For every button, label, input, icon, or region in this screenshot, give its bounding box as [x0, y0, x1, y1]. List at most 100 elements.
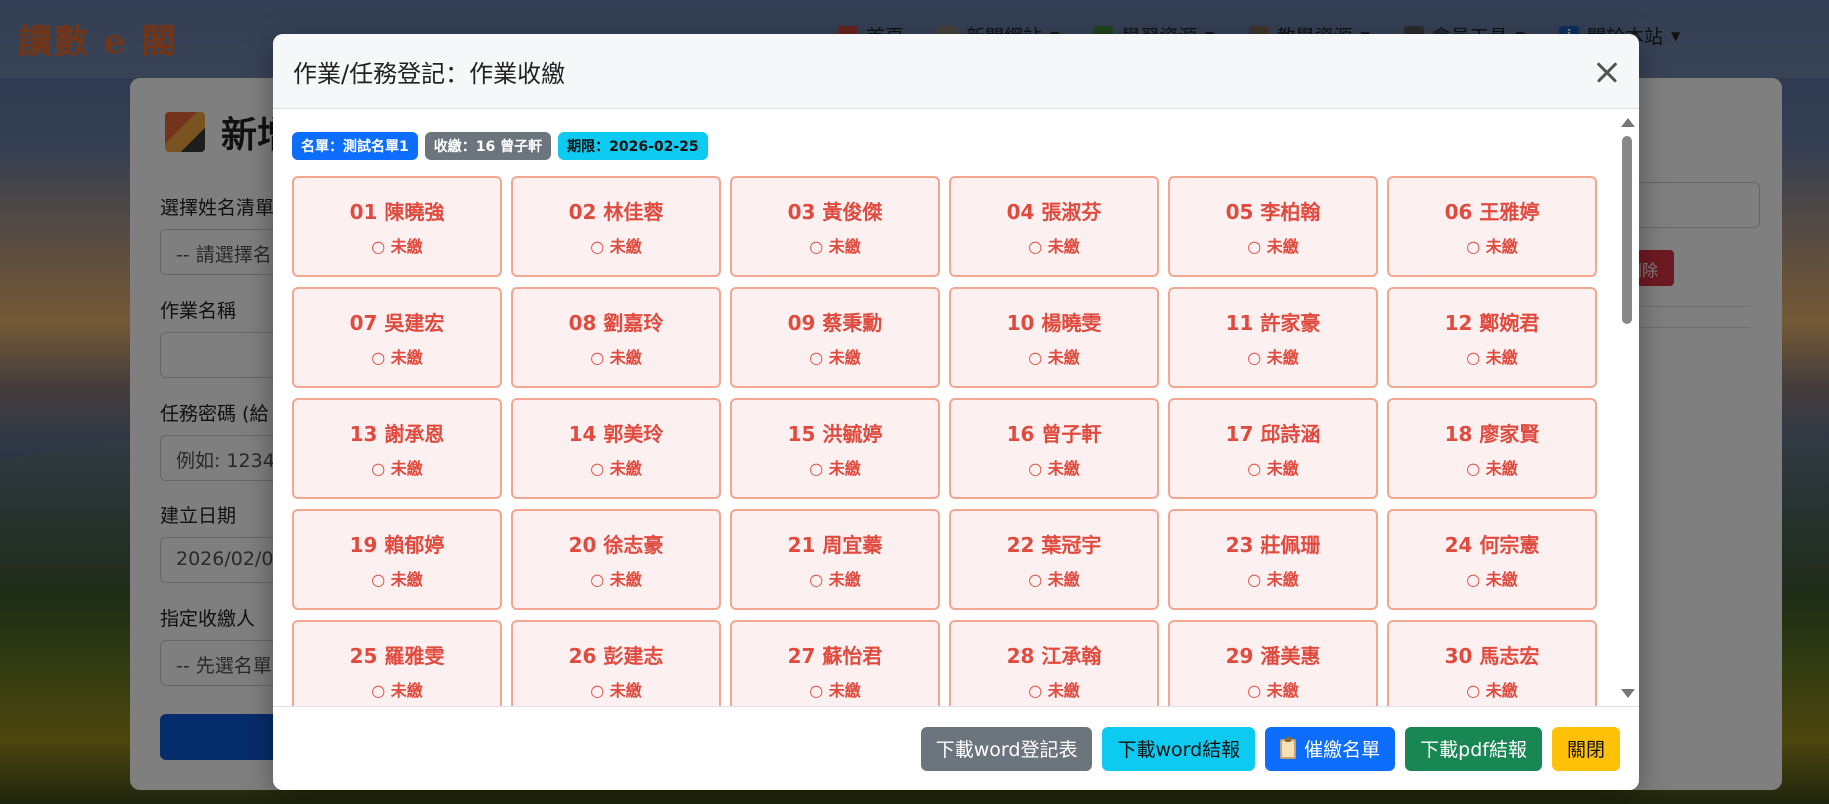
student-status: ○ 未繳 — [1466, 348, 1518, 367]
download-pdf-report-button[interactable]: 下載pdf結報 — [1405, 726, 1542, 771]
student-card[interactable]: 01 陳曉強 ○ 未繳 — [292, 176, 502, 277]
student-name: 07 吳建宏 — [349, 311, 445, 335]
student-name: 15 洪毓婷 — [787, 422, 883, 446]
student-card[interactable]: 21 周宜蓁 ○ 未繳 — [730, 509, 940, 610]
student-status: ○ 未繳 — [1247, 570, 1299, 589]
student-name: 02 林佳蓉 — [568, 200, 664, 224]
student-card[interactable]: 02 林佳蓉 ○ 未繳 — [511, 176, 721, 277]
student-name: 26 彭建志 — [568, 644, 664, 668]
student-status: ○ 未繳 — [1247, 681, 1299, 700]
scroll-thumb[interactable] — [1622, 136, 1632, 324]
download-word-register-button[interactable]: 下載word登記表 — [920, 726, 1093, 771]
student-card[interactable]: 08 劉嘉玲 ○ 未繳 — [511, 287, 721, 388]
student-name: 24 何宗憲 — [1444, 533, 1540, 557]
modal-header: 作業/任務登記：作業收繳 — [273, 34, 1639, 109]
student-status: ○ 未繳 — [371, 681, 423, 700]
scroll-up-arrow-icon[interactable] — [1621, 118, 1635, 127]
student-status: ○ 未繳 — [590, 348, 642, 367]
student-card[interactable]: 04 張淑芬 ○ 未繳 — [949, 176, 1159, 277]
student-card[interactable]: 09 蔡秉勳 ○ 未繳 — [730, 287, 940, 388]
student-name: 12 鄭婉君 — [1444, 311, 1540, 335]
student-card[interactable]: 07 吳建宏 ○ 未繳 — [292, 287, 502, 388]
collector-badge: 收繳：16 曾子軒 — [424, 132, 552, 160]
modal-body: 名單：測試名單1 收繳：16 曾子軒 期限：2026-02-25 01 陳曉強 ○… — [273, 110, 1639, 706]
student-name: 22 葉冠宇 — [1006, 533, 1102, 557]
student-name: 19 賴郁婷 — [349, 533, 445, 557]
student-status: ○ 未繳 — [1028, 570, 1080, 589]
student-card[interactable]: 17 邱詩涵 ○ 未繳 — [1168, 398, 1378, 499]
deadline-badge: 期限：2026-02-25 — [558, 132, 708, 160]
student-status: ○ 未繳 — [590, 459, 642, 478]
student-status: ○ 未繳 — [1028, 348, 1080, 367]
student-status: ○ 未繳 — [1247, 237, 1299, 256]
student-status: ○ 未繳 — [1028, 459, 1080, 478]
download-word-report-button[interactable]: 下載word結報 — [1102, 726, 1256, 771]
student-card[interactable]: 30 馬志宏 ○ 未繳 — [1387, 620, 1597, 706]
student-name: 20 徐志豪 — [568, 533, 664, 557]
student-card[interactable]: 05 李柏翰 ○ 未繳 — [1168, 176, 1378, 277]
student-card[interactable]: 13 謝承恩 ○ 未繳 — [292, 398, 502, 499]
student-card[interactable]: 20 徐志豪 ○ 未繳 — [511, 509, 721, 610]
student-status: ○ 未繳 — [1466, 570, 1518, 589]
student-card[interactable]: 15 洪毓婷 ○ 未繳 — [730, 398, 940, 499]
student-status: ○ 未繳 — [809, 348, 861, 367]
student-status: ○ 未繳 — [1466, 237, 1518, 256]
list-badge: 名單：測試名單1 — [292, 132, 418, 160]
reminder-list-label: 催繳名單 — [1304, 739, 1381, 761]
student-name: 17 邱詩涵 — [1225, 422, 1321, 446]
close-button[interactable]: 關閉 — [1551, 726, 1620, 771]
student-status: ○ 未繳 — [809, 570, 861, 589]
student-card[interactable]: 27 蘇怡君 ○ 未繳 — [730, 620, 940, 706]
student-card[interactable]: 03 黃俊傑 ○ 未繳 — [730, 176, 940, 277]
student-card[interactable]: 24 何宗憲 ○ 未繳 — [1387, 509, 1597, 610]
close-icon[interactable] — [1587, 52, 1627, 92]
student-status: ○ 未繳 — [590, 681, 642, 700]
student-name: 13 謝承恩 — [349, 422, 445, 446]
student-status: ○ 未繳 — [1466, 681, 1518, 700]
student-name: 29 潘美惠 — [1225, 644, 1321, 668]
modal-title: 作業/任務登記：作業收繳 — [293, 59, 566, 88]
student-name: 27 蘇怡君 — [787, 644, 883, 668]
student-card[interactable]: 10 楊曉雯 ○ 未繳 — [949, 287, 1159, 388]
student-name: 18 廖家賢 — [1444, 422, 1540, 446]
modal-footer: 下載word登記表 下載word結報 催繳名單 下載pdf結報 關閉 — [273, 706, 1639, 790]
student-card[interactable]: 29 潘美惠 ○ 未繳 — [1168, 620, 1378, 706]
student-card[interactable]: 26 彭建志 ○ 未繳 — [511, 620, 721, 706]
student-status: ○ 未繳 — [371, 459, 423, 478]
student-card[interactable]: 11 許家豪 ○ 未繳 — [1168, 287, 1378, 388]
reminder-list-button[interactable]: 催繳名單 — [1265, 726, 1396, 771]
student-card[interactable]: 16 曾子軒 ○ 未繳 — [949, 398, 1159, 499]
student-name: 01 陳曉強 — [349, 200, 445, 224]
student-name: 11 許家豪 — [1225, 311, 1321, 335]
student-status: ○ 未繳 — [371, 348, 423, 367]
student-card[interactable]: 23 莊佩珊 ○ 未繳 — [1168, 509, 1378, 610]
student-status: ○ 未繳 — [809, 681, 861, 700]
modal-scrollbar[interactable] — [1617, 110, 1639, 706]
student-status: ○ 未繳 — [371, 570, 423, 589]
student-status: ○ 未繳 — [1466, 459, 1518, 478]
student-card[interactable]: 25 羅雅雯 ○ 未繳 — [292, 620, 502, 706]
student-name: 21 周宜蓁 — [787, 533, 883, 557]
scroll-down-arrow-icon[interactable] — [1621, 689, 1635, 698]
student-name: 25 羅雅雯 — [349, 644, 445, 668]
student-status: ○ 未繳 — [809, 459, 861, 478]
student-card[interactable]: 19 賴郁婷 ○ 未繳 — [292, 509, 502, 610]
student-grid: 01 陳曉強 ○ 未繳 02 林佳蓉 ○ 未繳 03 黃俊傑 ○ 未繳 04 張淑芬 ○ 未繳… — [292, 176, 1597, 706]
student-name: 14 郭美玲 — [568, 422, 664, 446]
clipboard-icon — [1280, 736, 1297, 759]
student-name: 05 李柏翰 — [1225, 200, 1321, 224]
student-name: 06 王雅婷 — [1444, 200, 1540, 224]
student-name: 09 蔡秉勳 — [787, 311, 883, 335]
student-status: ○ 未繳 — [590, 237, 642, 256]
student-card[interactable]: 28 江承翰 ○ 未繳 — [949, 620, 1159, 706]
student-status: ○ 未繳 — [1028, 681, 1080, 700]
student-card[interactable]: 18 廖家賢 ○ 未繳 — [1387, 398, 1597, 499]
student-status: ○ 未繳 — [1247, 348, 1299, 367]
student-name: 04 張淑芬 — [1006, 200, 1102, 224]
student-card[interactable]: 14 郭美玲 ○ 未繳 — [511, 398, 721, 499]
student-card[interactable]: 12 鄭婉君 ○ 未繳 — [1387, 287, 1597, 388]
student-card[interactable]: 22 葉冠宇 ○ 未繳 — [949, 509, 1159, 610]
student-name: 28 江承翰 — [1006, 644, 1102, 668]
student-name: 03 黃俊傑 — [787, 200, 883, 224]
student-card[interactable]: 06 王雅婷 ○ 未繳 — [1387, 176, 1597, 277]
